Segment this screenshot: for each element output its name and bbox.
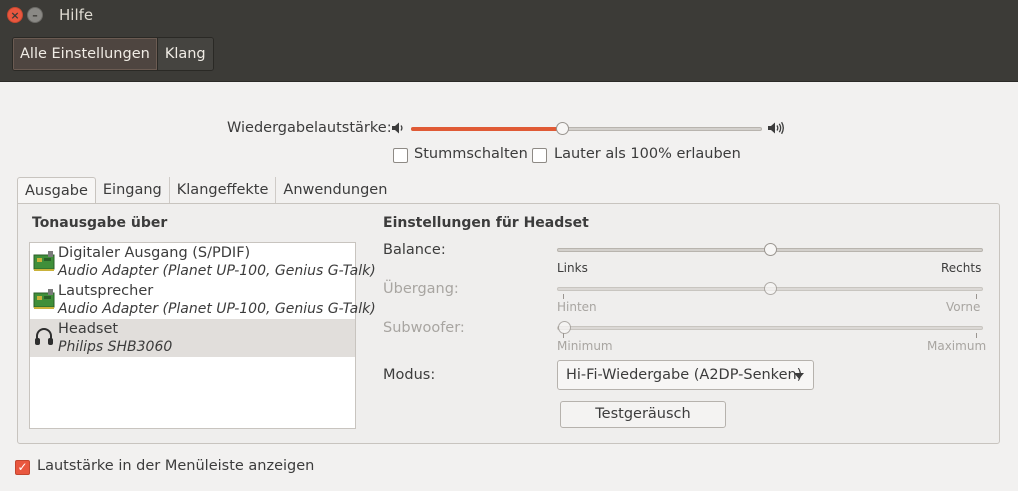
device-name: Headset xyxy=(58,321,119,337)
minimize-icon[interactable]: – xyxy=(27,7,43,23)
title-bar: × – Hilfe xyxy=(0,0,1018,30)
subwoofer-tick xyxy=(976,333,977,338)
tab-input[interactable]: Eingang xyxy=(96,177,170,204)
subwoofer-max-label: Maximum xyxy=(927,339,987,353)
test-sound-button[interactable]: Testgeräusch xyxy=(560,401,726,428)
close-icon[interactable]: × xyxy=(7,7,23,23)
subwoofer-min-label: Minimum xyxy=(557,339,613,353)
fade-right-label: Vorne xyxy=(946,300,981,314)
fade-left-label: Hinten xyxy=(557,300,597,314)
show-in-menubar-checkbox[interactable]: ✓ xyxy=(15,460,30,475)
device-description: Audio Adapter (Planet UP-100, Genius G-T… xyxy=(58,263,376,279)
breadcrumb-sound[interactable]: Klang xyxy=(156,38,213,70)
device-description: Philips SHB3060 xyxy=(58,339,173,355)
volume-slider-knob[interactable] xyxy=(555,122,569,135)
tab-applications[interactable]: Anwendungen xyxy=(276,177,394,204)
breadcrumb: Alle Einstellungen Klang xyxy=(12,37,214,71)
device-name: Lautsprecher xyxy=(58,283,154,299)
overamplify-checkbox[interactable] xyxy=(532,148,547,163)
device-description: Audio Adapter (Planet UP-100, Genius G-T… xyxy=(58,301,376,317)
fade-tick xyxy=(563,294,564,299)
list-item[interactable]: Lautsprecher Audio Adapter (Planet UP-10… xyxy=(30,281,376,319)
toolbar: Alle Einstellungen Klang xyxy=(0,30,1018,82)
speaker-high-icon xyxy=(768,121,784,135)
overamplify-label: Lauter als 100% erlauben xyxy=(554,146,741,162)
balance-label: Balance: xyxy=(383,242,446,258)
balance-slider-knob[interactable] xyxy=(764,243,777,256)
subwoofer-slider-knob[interactable] xyxy=(558,321,571,334)
mode-label: Modus: xyxy=(383,367,436,383)
show-in-menubar-label: Lautstärke in der Menüleiste anzeigen xyxy=(37,458,315,474)
fade-slider-knob[interactable] xyxy=(764,282,777,295)
balance-left-label: Links xyxy=(557,261,588,275)
mute-label: Stummschalten xyxy=(414,146,528,162)
breadcrumb-all-settings[interactable]: Alle Einstellungen xyxy=(13,38,157,70)
headset-icon xyxy=(35,328,53,345)
tab-output[interactable]: Ausgabe xyxy=(17,177,96,206)
sound-card-icon xyxy=(33,251,55,271)
device-name: Digitaler Ausgang (S/PDIF) xyxy=(58,245,251,261)
mute-checkbox[interactable] xyxy=(393,148,408,163)
output-list-heading: Tonausgabe über xyxy=(32,215,168,231)
speaker-low-icon xyxy=(392,122,403,134)
chevron-down-icon xyxy=(794,373,804,379)
mode-dropdown[interactable]: Hi-Fi-Wiedergabe (A2DP-Senken) xyxy=(557,360,814,390)
volume-slider-fill xyxy=(411,127,562,131)
subwoofer-slider[interactable] xyxy=(557,326,983,330)
tab-sound-effects[interactable]: Klangeffekte xyxy=(170,177,277,204)
mode-dropdown-value: Hi-Fi-Wiedergabe (A2DP-Senken) xyxy=(566,367,803,383)
sound-card-icon xyxy=(33,289,55,309)
list-item-selected[interactable]: Headset Philips SHB3060 xyxy=(30,319,355,357)
device-settings-heading: Einstellungen für Headset xyxy=(383,215,589,231)
balance-right-label: Rechts xyxy=(941,261,982,275)
fade-tick xyxy=(976,294,977,299)
window-title: Hilfe xyxy=(59,6,94,24)
tab-bar: Ausgabe Eingang Klangeffekte Anwendungen xyxy=(17,177,394,206)
output-device-list: Digitaler Ausgang (S/PDIF) Audio Adapter… xyxy=(29,242,376,429)
subwoofer-label: Subwoofer: xyxy=(383,320,465,336)
list-item[interactable]: Digitaler Ausgang (S/PDIF) Audio Adapter… xyxy=(30,243,376,281)
fade-label: Übergang: xyxy=(383,281,459,297)
volume-label: Wiedergabelautstärke: xyxy=(227,120,392,136)
